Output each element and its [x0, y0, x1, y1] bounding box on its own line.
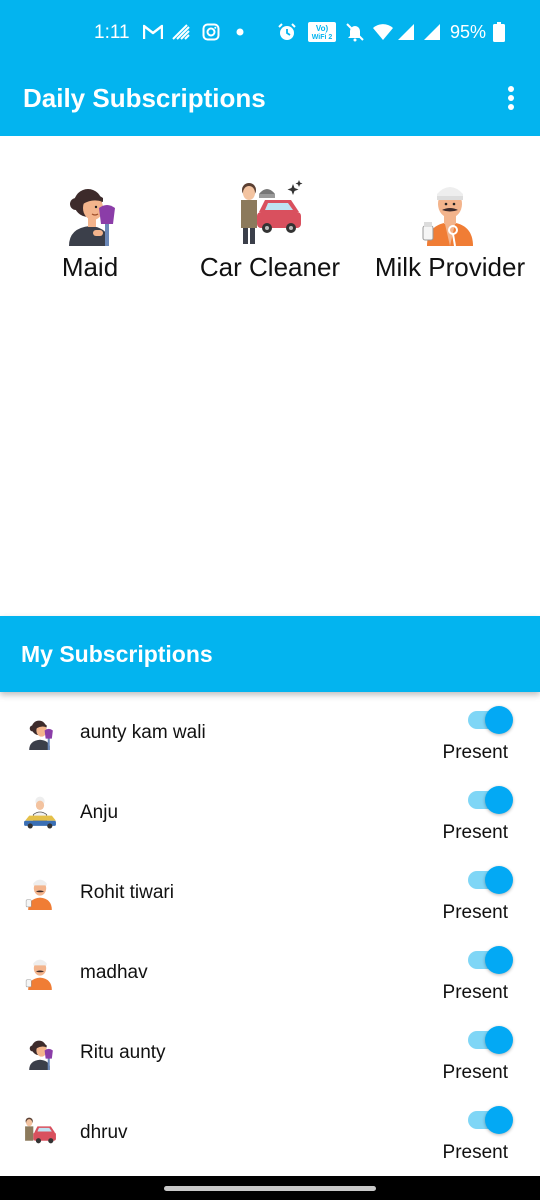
attendance-status: Present — [442, 742, 508, 763]
subscriber-name: Anju — [80, 802, 119, 823]
car-cleaner-icon — [22, 794, 58, 830]
attendance-status: Present — [442, 822, 508, 843]
subscriber-name: Rohit tiwari — [80, 882, 174, 903]
status-bar: 1:11 Vo) WiFi 2 95% — [0, 0, 540, 64]
overflow-menu-icon[interactable] — [502, 84, 520, 112]
status-time: 1:11 — [94, 22, 130, 43]
subscriptions-header: My Subscriptions — [0, 616, 540, 692]
attendance-toggle[interactable] — [468, 786, 514, 814]
milk-provider-icon — [415, 176, 485, 247]
category-label: Maid — [61, 252, 119, 282]
list-item[interactable]: Ritu aunty Present — [0, 1012, 540, 1092]
attendance-status: Present — [442, 1142, 508, 1163]
subscriptions-title: My Subscriptions — [21, 641, 213, 667]
attendance-toggle[interactable] — [468, 946, 514, 974]
subscriber-name: Ritu aunty — [80, 1042, 166, 1063]
car-cleaner-icon — [22, 1114, 58, 1150]
app-title: Daily Subscriptions — [23, 83, 266, 113]
wifi-icon — [372, 20, 394, 44]
attendance-toggle[interactable] — [468, 706, 514, 734]
category-grid: Maid Car Cleaner Milk Provider — [0, 136, 540, 616]
list-item[interactable]: aunty kam wali Present — [0, 692, 540, 772]
signal-icon — [396, 20, 416, 44]
subscriber-name: aunty kam wali — [80, 722, 206, 743]
list-item[interactable]: dhruv Present — [0, 1092, 540, 1172]
screen: 1:11 Vo) WiFi 2 95% Daily Subscriptions … — [0, 0, 540, 1200]
mute-icon — [344, 20, 366, 44]
instagram-icon — [200, 20, 222, 44]
wireless-icon — [170, 20, 192, 44]
attendance-toggle[interactable] — [468, 1026, 514, 1054]
list-item[interactable]: madhav Present — [0, 932, 540, 1012]
attendance-status: Present — [442, 982, 508, 1003]
svg-text:Vo): Vo) — [316, 24, 329, 33]
alarm-icon — [276, 20, 298, 44]
car-cleaner-icon — [235, 176, 305, 246]
maid-icon — [22, 714, 58, 750]
list-item[interactable]: Anju Present — [0, 772, 540, 852]
battery-percent: 95% — [450, 22, 487, 42]
battery-icon — [492, 20, 506, 44]
milk-provider-icon — [22, 954, 58, 990]
dot-icon — [234, 20, 246, 44]
attendance-toggle[interactable] — [468, 866, 514, 894]
attendance-status: Present — [442, 902, 508, 923]
maid-icon — [22, 1034, 58, 1070]
app-bar: Daily Subscriptions — [0, 64, 540, 136]
list-item[interactable]: Rohit tiwari Present — [0, 852, 540, 932]
svg-text:WiFi 2: WiFi 2 — [312, 34, 333, 41]
system-nav-bar — [0, 1176, 540, 1200]
attendance-toggle[interactable] — [468, 1106, 514, 1134]
home-gesture-handle[interactable] — [164, 1186, 376, 1191]
category-car-cleaner[interactable]: Car Cleaner — [195, 176, 345, 283]
category-milk-provider[interactable]: Milk Provider — [368, 176, 532, 283]
attendance-status: Present — [442, 1062, 508, 1083]
category-label: Car Cleaner — [199, 252, 341, 282]
subscriber-name: madhav — [80, 962, 148, 983]
subscription-list: aunty kam wali Present Anju Present Rohi… — [0, 692, 540, 1172]
subscriber-name: dhruv — [80, 1122, 128, 1143]
gmail-icon — [142, 20, 164, 44]
category-label: Milk Provider — [374, 252, 526, 282]
vowifi-icon: Vo) WiFi 2 — [306, 20, 338, 44]
signal-icon — [422, 20, 442, 44]
category-maid[interactable]: Maid — [40, 176, 140, 283]
maid-icon — [55, 176, 125, 246]
milk-provider-icon — [22, 874, 58, 910]
